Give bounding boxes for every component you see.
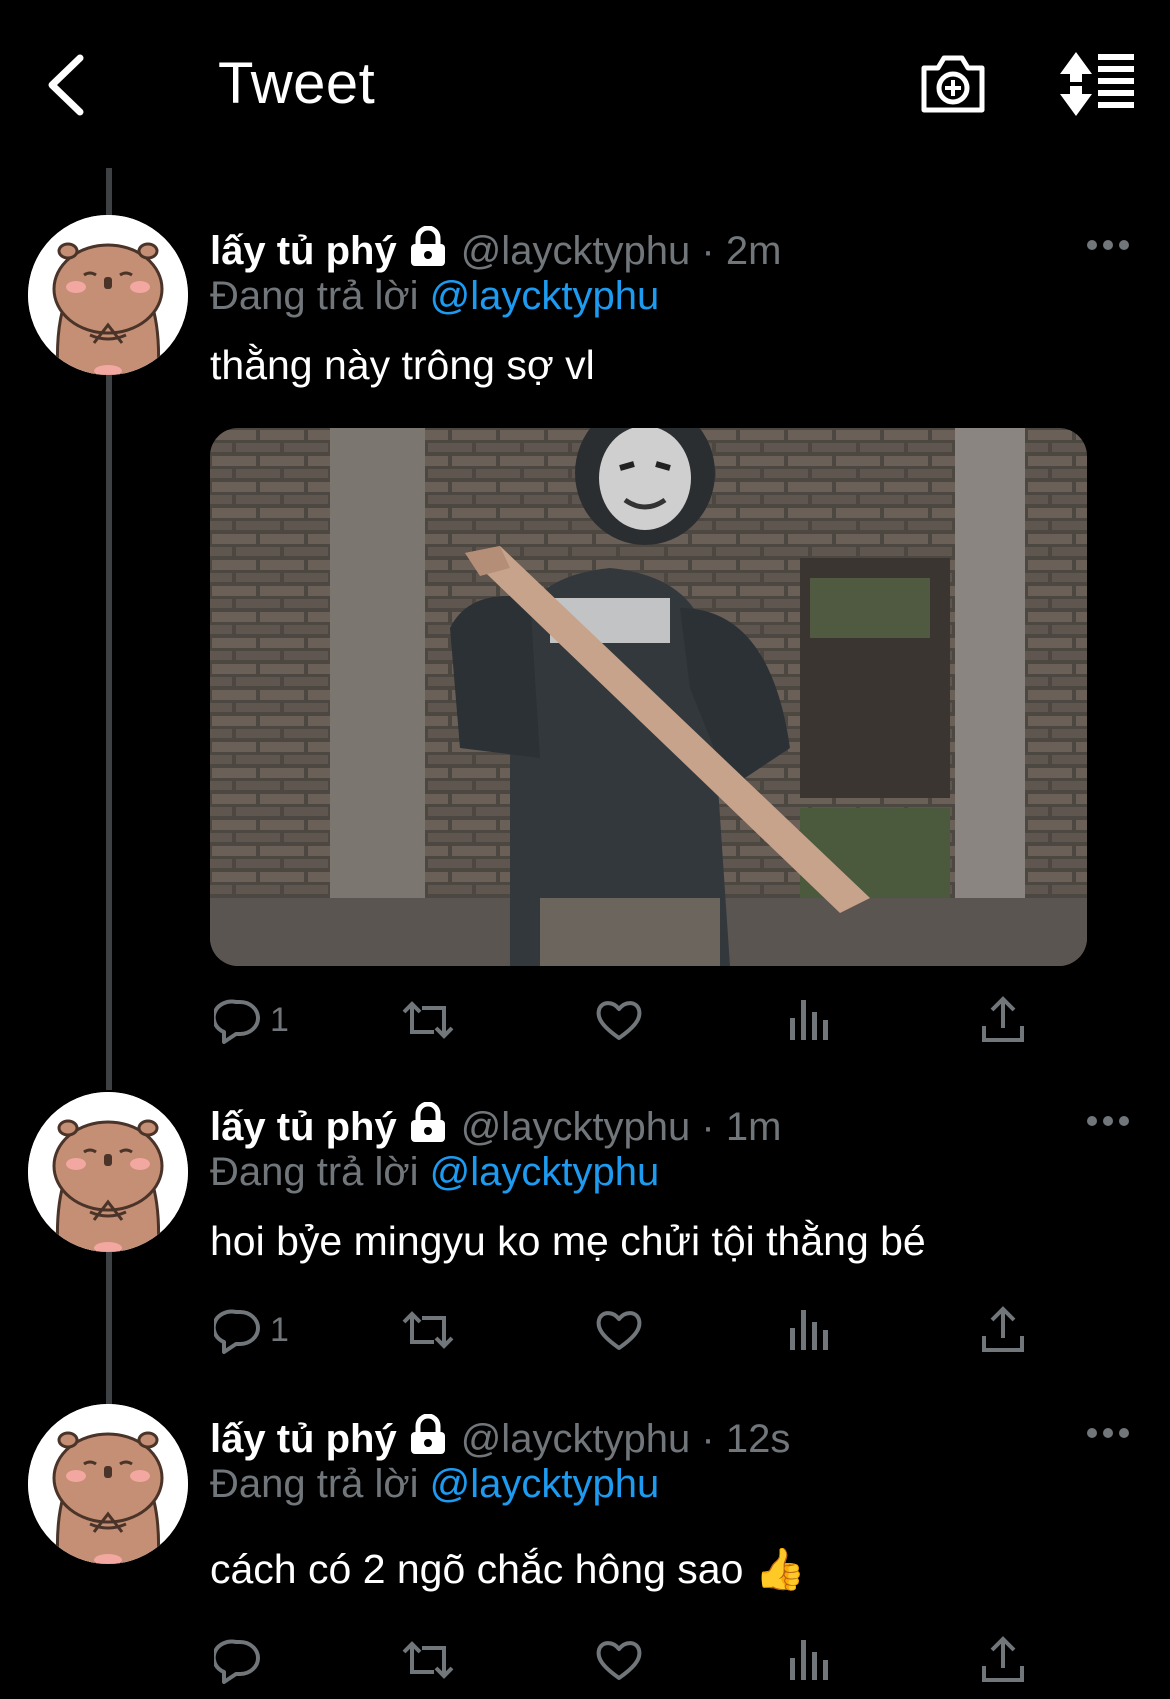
replying-to-label: Đang trả lời — [210, 1462, 419, 1506]
like-button[interactable] — [594, 1630, 644, 1690]
display-name[interactable]: lấy tủ phý — [210, 1417, 397, 1461]
lock-icon — [410, 1414, 445, 1454]
user-handle[interactable]: @laycktyphu — [461, 1417, 691, 1461]
heart-icon — [596, 1641, 642, 1680]
tweet-header: lấy tủ phý @laycktyphu · 12s — [210, 1414, 790, 1462]
share-button[interactable] — [980, 1630, 1026, 1690]
retweet-icon — [402, 1641, 454, 1679]
analytics-icon — [790, 1640, 828, 1680]
retweet-button[interactable] — [400, 1630, 456, 1690]
replying-to: Đang trả lời @laycktyphu — [210, 1462, 659, 1507]
capybara-avatar-icon — [28, 1404, 188, 1564]
analytics-button[interactable] — [788, 1630, 832, 1690]
avatar[interactable] — [28, 1404, 188, 1564]
tweet-text: cách có 2 ngõ chắc hông sao 👍 — [210, 1546, 806, 1592]
timestamp: · 12s — [701, 1417, 791, 1461]
tweet-actions — [210, 1630, 1110, 1690]
reply-icon — [214, 1639, 260, 1684]
share-icon — [982, 1636, 1024, 1682]
tweet[interactable]: lấy tủ phý @laycktyphu · 12s Đang trả lời… — [0, 0, 1170, 1699]
mention-link[interactable]: @laycktyphu — [430, 1462, 660, 1506]
reply-button[interactable] — [214, 1630, 270, 1690]
more-options-icon[interactable] — [1086, 1426, 1130, 1440]
